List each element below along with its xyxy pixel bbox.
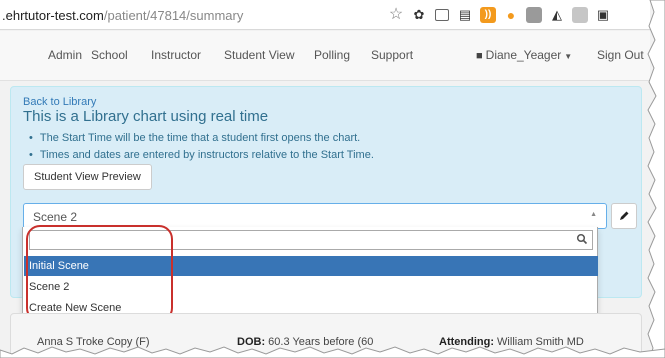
patient-banner: Anna S Troke Copy (F) DOB: 60.3 Years be… bbox=[10, 313, 642, 358]
browser-address-bar[interactable]: .ehrtutor-test.com/patient/47814/summary… bbox=[0, 0, 650, 30]
sign-out-link[interactable]: Sign Out bbox=[597, 48, 644, 62]
dob-extra: (60 bbox=[357, 336, 374, 348]
info-item: Times and dates are entered by instructo… bbox=[29, 149, 374, 161]
page-title: This is a Library chart using real time bbox=[23, 108, 269, 125]
browser-toolbar-icons: ☆ ✿ ▤ )) ● ◭ ▣ bbox=[388, 5, 611, 25]
info-item: The Start Time will be the time that a s… bbox=[29, 132, 374, 144]
info-list: The Start Time will be the time that a s… bbox=[29, 132, 374, 166]
url-domain: .ehrtutor-test.com bbox=[2, 8, 104, 23]
back-to-library-link[interactable]: Back to Library bbox=[23, 96, 96, 108]
dob-label: DOB: bbox=[237, 336, 266, 348]
attending-label: Attending: bbox=[439, 336, 494, 348]
menu-icon[interactable]: ▣ bbox=[595, 7, 611, 23]
rss-icon[interactable]: )) bbox=[480, 7, 496, 23]
extension-icon-1[interactable]: ✿ bbox=[411, 7, 427, 23]
nav-polling[interactable]: Polling bbox=[314, 48, 350, 62]
student-view-preview-button[interactable]: Student View Preview bbox=[23, 164, 152, 190]
caret-down-icon: ▼ bbox=[564, 52, 573, 61]
url-path: /patient/47814/summary bbox=[103, 8, 244, 23]
extension-icon-3[interactable]: ◭ bbox=[549, 7, 565, 23]
dob-value: 60.3 Years before bbox=[268, 336, 355, 348]
attending-value: William Smith MD bbox=[497, 336, 584, 348]
url-text[interactable]: .ehrtutor-test.com/patient/47814/summary bbox=[2, 8, 243, 23]
nav-admin[interactable]: Admin bbox=[48, 48, 82, 62]
nav-student-view[interactable]: Student View bbox=[224, 48, 295, 62]
patient-attending: Attending: William Smith MD bbox=[439, 336, 584, 348]
user-name: Diane_Yeager bbox=[485, 48, 562, 62]
edit-scene-button[interactable] bbox=[611, 203, 637, 229]
user-menu[interactable]: ■ Diane_Yeager ▼ bbox=[476, 48, 572, 62]
extension-icon-4[interactable] bbox=[572, 7, 588, 23]
news-icon[interactable]: ▤ bbox=[457, 7, 473, 23]
user-icon: ■ bbox=[476, 50, 483, 62]
nav-instructor[interactable]: Instructor bbox=[151, 48, 201, 62]
scene-select-value: Scene 2 bbox=[33, 210, 78, 224]
extension-icon-2[interactable] bbox=[526, 7, 542, 23]
search-icon bbox=[576, 233, 588, 245]
dots-icon[interactable]: ● bbox=[503, 7, 519, 23]
nav-school[interactable]: School bbox=[91, 48, 128, 62]
patient-dob: DOB: 60.3 Years before (60 bbox=[237, 336, 373, 348]
cast-icon[interactable] bbox=[434, 7, 450, 23]
top-navbar: Admin School Instructor Student View Pol… bbox=[0, 31, 650, 81]
patient-name: Anna S Troke Copy (F) bbox=[37, 336, 150, 348]
select-arrow-icon: ▲ bbox=[590, 211, 597, 218]
annotation-highlight bbox=[26, 225, 173, 322]
nav-support[interactable]: Support bbox=[371, 48, 413, 62]
star-icon[interactable]: ☆ bbox=[388, 7, 404, 23]
pencil-icon bbox=[620, 211, 629, 220]
